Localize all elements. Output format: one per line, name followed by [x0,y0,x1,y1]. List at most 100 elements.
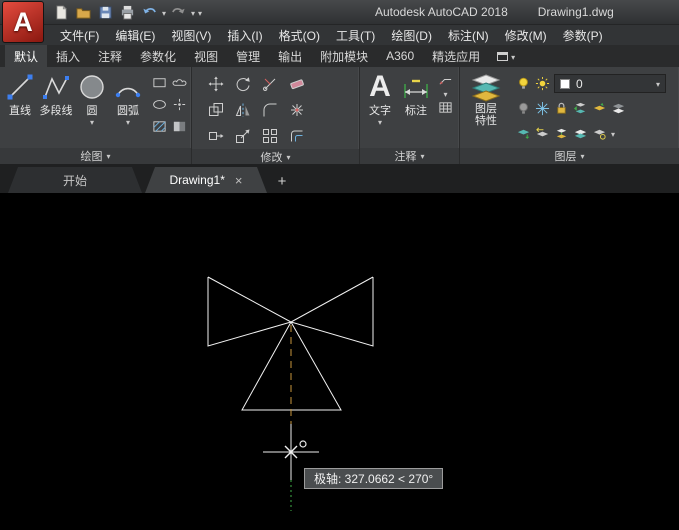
layer-off-button[interactable] [516,101,531,116]
revision-cloud-tool-button[interactable] [169,71,189,93]
copy-tool-button[interactable] [202,97,229,123]
layer-thaw-button[interactable] [535,76,550,91]
layer-properties-button[interactable]: 图层 特性 [462,69,510,148]
rectangle-tool-button[interactable] [149,71,169,93]
layer-match-button[interactable] [573,101,588,116]
layer-prev-button[interactable] [535,126,550,141]
menu-file[interactable]: 文件(F) [52,25,107,45]
fillet-tool-button[interactable] [256,97,283,123]
arc-dropdown-caret[interactable] [126,117,130,126]
ribbon-tab-output[interactable]: 输出 [269,45,311,67]
layer-merge-button[interactable] [554,126,569,141]
trim-tool-button[interactable] [256,71,283,97]
menu-insert[interactable]: 插入(I) [219,25,270,45]
point-tool-button[interactable] [169,93,189,115]
undo-button[interactable] [140,2,159,22]
new-file-button[interactable] [52,2,71,22]
plot-button[interactable] [118,2,137,22]
drawing-canvas[interactable]: 极轴: 327.0662 < 270° [0,193,679,530]
layers-controls: 0 [516,69,666,146]
line-tool-button[interactable]: 直线 [2,69,38,148]
move-tool-button[interactable] [202,71,229,97]
current-layer-dropdown[interactable]: 0 [554,74,666,93]
explode-tool-button[interactable] [283,97,310,123]
open-file-button[interactable] [74,2,93,22]
layer-tools-caret[interactable] [611,129,615,138]
ribbon-tab-parametric[interactable]: 参数化 [131,45,185,67]
scale-tool-button[interactable] [229,123,256,149]
layer-settings-icon [592,126,607,141]
ribbon-tab-addins[interactable]: 附加模块 [311,45,377,67]
dimension-tool-button[interactable]: 标注 [398,69,434,148]
menu-tools[interactable]: 工具(T) [328,25,383,45]
panel-annotate-footer[interactable]: 注释 [360,148,459,164]
start-tab-label: 开始 [63,172,87,189]
menu-modify[interactable]: 修改(M) [497,25,555,45]
panel-modify-footer[interactable]: 修改 [192,149,359,165]
menu-view[interactable]: 视图(V) [163,25,219,45]
ribbon-tab-a360[interactable]: A360 [377,45,423,67]
layer-tools-row-2 [516,121,666,146]
menu-dimension[interactable]: 标注(N) [440,25,497,45]
hatch-tool-button[interactable] [149,115,169,137]
text-dropdown-caret[interactable] [378,117,382,126]
ribbon-tab-view[interactable]: 视图 [185,45,227,67]
line-label: 直线 [9,105,31,117]
rotate-tool-button[interactable] [229,71,256,97]
menu-draw[interactable]: 绘图(D) [383,25,440,45]
application-menu-button[interactable]: A [2,1,44,43]
erase-tool-button[interactable] [283,71,310,97]
layer-lock-button[interactable] [554,101,569,116]
array-tool-button[interactable] [256,123,283,149]
ribbon-tab-home[interactable]: 默认 [5,45,47,67]
layer-on-button[interactable] [516,76,531,91]
arc-tool-button[interactable]: 圆弧 [110,69,146,148]
leader-dropdown-caret[interactable] [443,89,447,98]
polyline-tool-button[interactable]: 多段线 [38,69,74,148]
hatch-icon [152,119,167,134]
panel-draw-footer[interactable]: 绘图 [0,148,191,164]
ribbon-tab-manage[interactable]: 管理 [227,45,269,67]
save-button[interactable] [96,2,115,22]
redo-dropdown-caret[interactable] [191,8,195,17]
undo-dropdown-caret[interactable] [162,8,166,17]
text-tool-button[interactable]: A 文字 [362,69,398,148]
ellipse-tool-button[interactable] [149,93,169,115]
close-tab-icon[interactable]: × [235,174,243,187]
circle-tool-button[interactable]: 圆 [74,69,110,148]
menu-format[interactable]: 格式(O) [271,25,328,45]
line-icon [5,72,35,102]
redo-button[interactable] [169,2,188,22]
panel-layers-footer[interactable]: 图层 [460,148,679,164]
layer-tools-row-1 [516,96,666,121]
leader-tool-button[interactable] [438,72,453,87]
bowtie-left-triangle[interactable] [208,277,291,346]
ribbon-tab-featured-apps[interactable]: 精选应用 [423,45,489,67]
gradient-tool-button[interactable] [169,115,189,137]
layer-properties-label-1: 图层 [475,103,497,115]
menubar: 文件(F) 编辑(E) 视图(V) 插入(I) 格式(O) 工具(T) 绘图(D… [0,25,679,45]
ribbon-tab-annotate[interactable]: 注释 [89,45,131,67]
ribbon-display-toggle-button[interactable] [497,45,515,67]
menu-edit[interactable]: 编辑(E) [107,25,163,45]
menu-parametric[interactable]: 参数(P) [555,25,611,45]
stretch-tool-button[interactable] [202,123,229,149]
bowtie-right-triangle[interactable] [291,277,373,346]
layer-walk-button[interactable] [516,126,531,141]
table-tool-button[interactable] [438,100,453,115]
file-tab-start[interactable]: 开始 [8,167,142,193]
make-current-button[interactable] [592,101,607,116]
qat-customize-caret[interactable] [198,8,202,17]
file-tab-drawing1[interactable]: Drawing1* × [145,167,267,193]
new-drawing-tab-button[interactable]: + [270,169,294,193]
circle-dropdown-caret[interactable] [90,117,94,126]
layer-unisolate-button[interactable] [573,126,588,141]
mirror-tool-button[interactable] [229,97,256,123]
layer-settings-button[interactable] [592,126,607,141]
layer-unisolate-icon [573,126,588,141]
ribbon-tab-insert[interactable]: 插入 [47,45,89,67]
layer-isolate-button[interactable] [611,101,626,116]
offset-tool-button[interactable] [283,123,310,149]
layer-freeze-button[interactable] [535,101,550,116]
panel-layers-content: 图层 特性 0 [460,67,679,148]
